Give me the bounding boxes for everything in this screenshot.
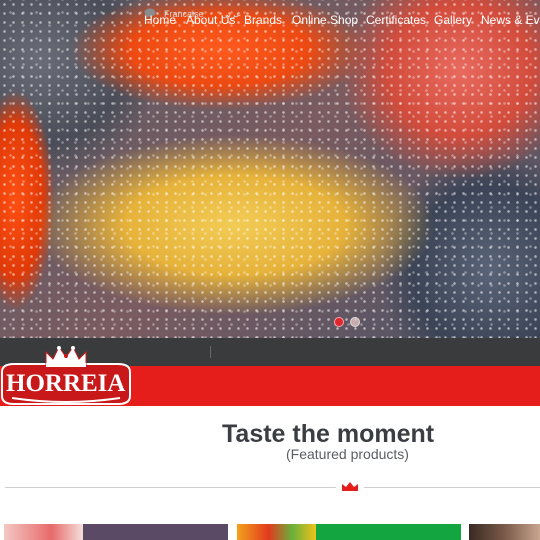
nav-about-us[interactable]: About Us bbox=[186, 0, 235, 40]
nav-online-shop[interactable]: Online Shop bbox=[292, 0, 358, 40]
section-title: Taste the moment bbox=[222, 420, 435, 448]
divider-left bbox=[5, 487, 336, 488]
slider-dot-2[interactable] bbox=[350, 317, 360, 327]
nav-home[interactable]: Home bbox=[144, 0, 176, 40]
product-card-1[interactable] bbox=[83, 524, 228, 540]
nav-gallery[interactable]: Gallery bbox=[434, 0, 472, 40]
crown-divider-icon bbox=[342, 482, 358, 491]
slider-dot-1[interactable] bbox=[334, 317, 344, 327]
divider-right bbox=[364, 487, 540, 488]
product-thumbnail-2[interactable] bbox=[237, 524, 316, 540]
section-subtitle: (Featured products) bbox=[286, 446, 409, 462]
hero-slider-image bbox=[0, 0, 540, 338]
crown-icon bbox=[45, 346, 87, 367]
sugar-texture bbox=[0, 0, 540, 338]
nav-news-events[interactable]: News & Eve bbox=[481, 0, 540, 40]
slider-pagination bbox=[334, 317, 360, 327]
brand-wordmark[interactable]: HORREIA bbox=[6, 366, 128, 402]
language-separator bbox=[210, 346, 211, 358]
product-thumbnail-3[interactable] bbox=[469, 524, 540, 540]
nav-certificates[interactable]: Certificates bbox=[366, 0, 426, 40]
product-thumbnail-1[interactable] bbox=[4, 524, 83, 540]
nav-brands[interactable]: Brands bbox=[244, 0, 282, 40]
product-card-2[interactable] bbox=[316, 524, 461, 540]
